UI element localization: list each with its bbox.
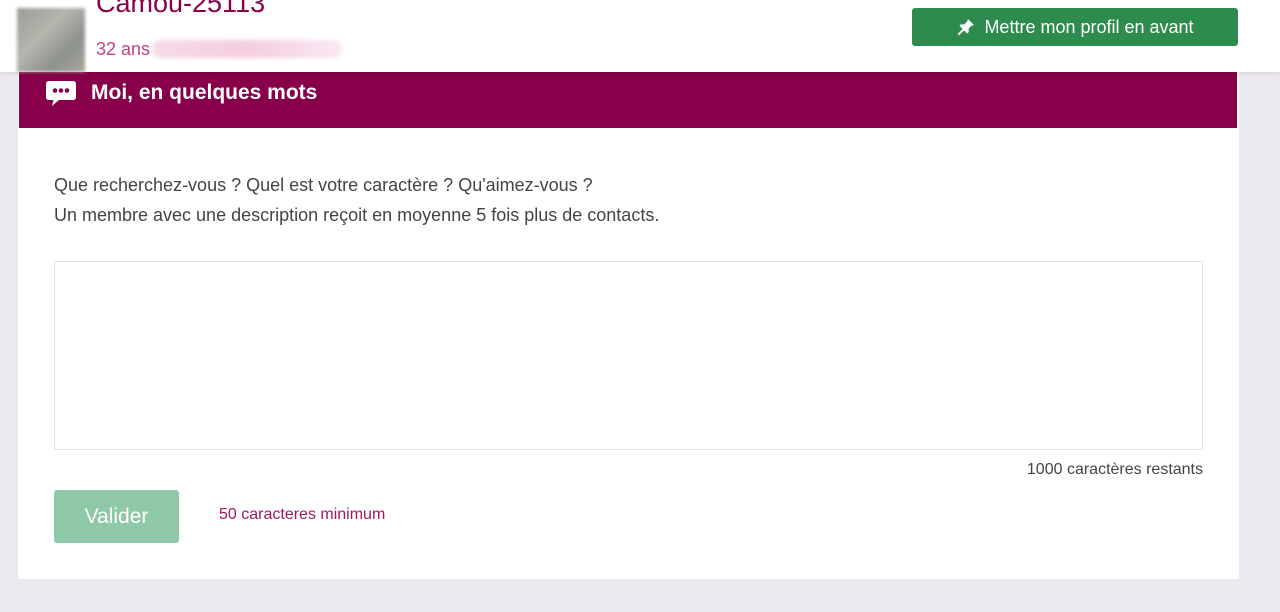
pin-icon — [956, 17, 976, 37]
avatar[interactable] — [17, 8, 85, 72]
minimum-characters-note: 50 caracteres minimum — [219, 506, 386, 523]
about-me-card: Moi, en quelques mots Que recherchez-vou… — [18, 72, 1239, 579]
section-title: Moi, en quelques mots — [91, 81, 318, 104]
profile-header: Camou-25113 32 ans Mettre mon profil en … — [0, 0, 1280, 72]
section-header: Moi, en quelques mots — [19, 72, 1237, 128]
age-label: 32 ans — [96, 39, 151, 59]
remaining-characters-counter: 1000 caractères restants — [1026, 461, 1203, 478]
username[interactable]: Camou-25113 — [96, 0, 265, 18]
feature-profile-button[interactable]: Mettre mon profil en avant — [912, 8, 1238, 46]
description-line: Un membre avec une description reçoit en… — [54, 205, 660, 225]
section-description: Que recherchez-vous ? Quel est votre car… — [54, 170, 659, 230]
description-line: Que recherchez-vous ? Quel est votre car… — [54, 175, 593, 195]
description-textarea[interactable] — [54, 261, 1203, 450]
chat-bubble-icon — [45, 79, 77, 112]
blurred-info — [152, 40, 342, 58]
validate-button[interactable]: Valider — [54, 490, 179, 543]
feature-profile-label: Mettre mon profil en avant — [984, 16, 1194, 37]
